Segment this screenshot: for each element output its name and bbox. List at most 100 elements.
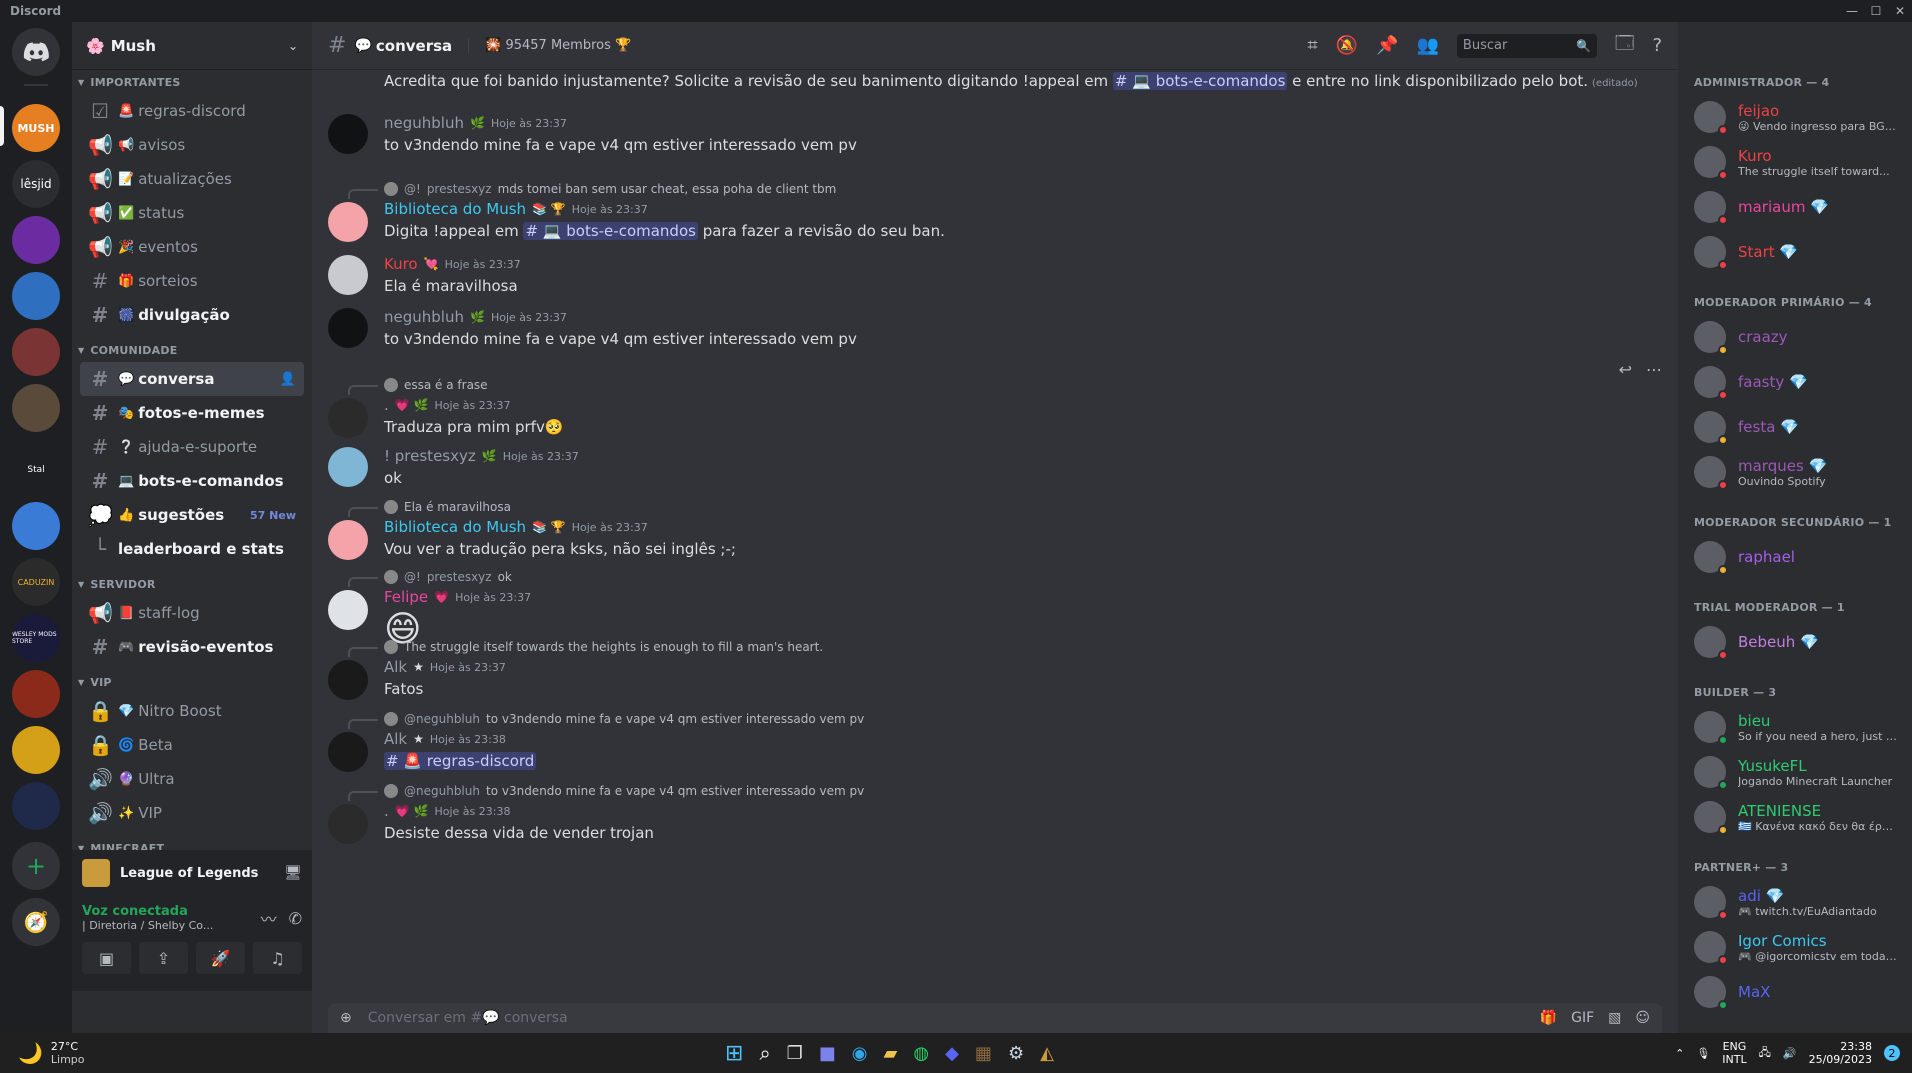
avatar[interactable] [328,520,368,560]
discord-taskbar-icon[interactable]: ◆ [945,1043,959,1064]
channel-fotos-e-memes[interactable]: # 🎭 fotos-e-memes [80,396,304,430]
threads-icon[interactable]: ⌗ [1308,35,1318,56]
member-item[interactable]: craazy [1686,316,1904,358]
message[interactable]: @neguhbluh to v3ndendo mine fa e vape v4 … [312,710,1678,772]
steam-icon[interactable]: ⚙ [1008,1043,1024,1064]
channel-atualizações[interactable]: 📢 📝 atualizações [80,162,304,196]
message[interactable]: Acredita que foi banido injustamente? So… [312,70,1678,95]
reply-preview[interactable]: @neguhbluh to v3ndendo mine fa e vape v4 … [348,710,1678,729]
username[interactable]: Biblioteca do Mush [384,200,526,218]
category-header[interactable]: ▼ IMPORTANTES [72,70,312,94]
notification-badge[interactable]: 2 [1884,1045,1900,1061]
avatar[interactable] [328,447,368,487]
avatar[interactable] [328,255,368,295]
help-icon[interactable]: ? [1652,35,1662,56]
gif-icon[interactable]: GIF [1571,1010,1594,1026]
file-explorer-icon[interactable]: ▰ [884,1043,898,1064]
channel-regras-discord[interactable]: ☑ 🚨 regras-discord [80,94,304,128]
category-header[interactable]: ▼ SERVIDOR [72,572,312,596]
search-input[interactable]: Buscar 🔍 [1456,33,1597,58]
channel-topic[interactable]: 🎇 95457 Membros 🏆 [468,38,631,53]
gift-icon[interactable]: 🎁 [1540,1010,1557,1026]
avatar[interactable] [328,114,368,154]
channel-mention[interactable]: # 💻 bots-e-comandos [1112,72,1288,90]
channel-leaderboard-e-stats[interactable]: └ leaderboard e stats [80,532,304,566]
message[interactable]: @neguhbluh to v3ndendo mine fa e vape v4 … [312,782,1678,844]
guild-mush[interactable]: MUSH [12,104,60,152]
channel-ajuda-e-suporte[interactable]: # ❔ ajuda-e-suporte [80,430,304,464]
clock-date[interactable]: 25/09/2023 [1809,1053,1872,1066]
volume-icon[interactable]: 🔊 [1783,1047,1797,1060]
member-item[interactable]: festa 💎 [1686,406,1904,448]
reply-preview[interactable]: @! prestesxyz mds tomei ban sem usar cheat… [348,180,1678,199]
emoji-icon[interactable]: ☺ [1635,1010,1650,1026]
reply-preview[interactable]: @neguhbluh to v3ndendo mine fa e vape v4 … [348,782,1678,801]
more-icon[interactable]: ⋯ [1646,360,1662,379]
message[interactable]: essa é a frase. 💗 🌿 Hoje às 23:37 Traduza p… [312,376,1678,438]
avatar[interactable] [328,398,368,438]
member-item[interactable]: MaX [1686,971,1904,1013]
screen-share-icon[interactable]: 🖥 [284,865,302,881]
member-item[interactable]: feijao 😜 Vendo ingresso para BGS ... [1686,96,1904,138]
share-screen-button[interactable]: ⇪ [139,942,188,974]
noise-suppression-icon[interactable]: 〰 [261,906,277,930]
server-header[interactable]: 🌸 Mush ⌄ [72,22,312,70]
category-header[interactable]: ▼ COMUNIDADE [72,338,312,362]
channel-conversa[interactable]: # 💬 conversa 👤 [80,362,304,396]
username[interactable]: . [384,396,389,414]
reply-icon[interactable]: ↩ [1619,360,1632,379]
guild-caduzin[interactable]: CADUZIN [12,558,60,606]
channel-eventos[interactable]: 📢 🎉 eventos [80,230,304,264]
username[interactable]: . [384,802,389,820]
channel-revisão-eventos[interactable]: # 🎮 revisão-eventos [80,630,304,664]
reply-preview[interactable]: @! prestesxyz ok [348,568,1678,587]
avatar[interactable] [328,308,368,348]
disconnect-icon[interactable]: ✆ [289,909,302,928]
sticker-icon[interactable]: ▧ [1608,1010,1621,1026]
channel-mention[interactable]: # 🚨 regras-discord [384,752,537,770]
channel-divulgação[interactable]: # 🎆 divulgação [80,298,304,332]
attach-icon[interactable]: ⊕ [340,1010,352,1026]
activity-button[interactable]: 🚀 [196,942,245,974]
member-list-icon[interactable]: 👥 [1417,35,1439,56]
username[interactable]: Alk [384,730,407,748]
guild-stal[interactable]: Stal [12,446,60,494]
member-item[interactable]: raphael [1686,536,1904,578]
message[interactable]: Ela é maravilhosa Biblioteca do Mush 📚 🏆 Ho… [312,498,1678,560]
voice-channel-name[interactable]: | Diretoria / Shelby Co... [82,919,261,932]
message[interactable]: ! prestesxyz 🌿 Hoje às 23:37 ok [312,445,1678,489]
chevron-up-icon[interactable]: ⌃ [1675,1047,1684,1060]
member-item[interactable]: adi 💎 🎮 twitch.tv/EuAdiantado [1686,881,1904,923]
weather-widget[interactable]: 🌙 27°C Limpo [0,1040,85,1066]
inbox-icon[interactable]: 🗔 [1615,31,1635,61]
guild-yellow[interactable] [12,726,60,774]
username[interactable]: Alk [384,658,407,676]
guild-fire[interactable] [12,670,60,718]
message[interactable]: Kuro 💘 Hoje às 23:37 Ela é maravilhosa [312,253,1678,297]
channel-mention[interactable]: # 💻 bots-e-comandos [523,222,698,240]
username[interactable]: Kuro [384,255,418,273]
username[interactable]: neguhbluh [384,114,464,132]
guild-wesley-mods[interactable]: WESLEY MODS STORE [12,614,60,662]
username[interactable]: ! prestesxyz [384,447,476,465]
username[interactable]: Biblioteca do Mush [384,518,526,536]
invite-icon[interactable]: 👤 [280,372,296,387]
league-icon[interactable]: ◭ [1040,1043,1054,1064]
channel-sugestões[interactable]: 💭 👍 sugestões 57 New [80,498,304,532]
avatar[interactable] [328,202,368,242]
member-item[interactable]: mariaum 💎 [1686,186,1904,228]
minecraft-icon[interactable]: ▦ [975,1043,992,1064]
message[interactable]: @! prestesxyz mds tomei ban sem usar cheat… [312,180,1678,242]
camera-button[interactable]: ▣ [82,942,131,974]
channel-vip[interactable]: 🔊 ✨ VIP [80,796,304,830]
avatar[interactable] [328,660,368,700]
guild-mush-blue[interactable] [12,272,60,320]
member-item[interactable]: Kuro The struggle itself toward... [1686,141,1904,183]
avatar[interactable] [328,590,368,630]
task-view-icon[interactable]: ❐ [787,1043,803,1064]
soundboard-button[interactable]: ♫ [253,942,302,974]
channel-staff-log[interactable]: 📢 📕 staff-log [80,596,304,630]
reply-preview[interactable]: The struggle itself towards the heights … [348,638,1678,657]
avatar[interactable] [328,732,368,772]
pin-icon[interactable]: 📌 [1376,35,1398,56]
